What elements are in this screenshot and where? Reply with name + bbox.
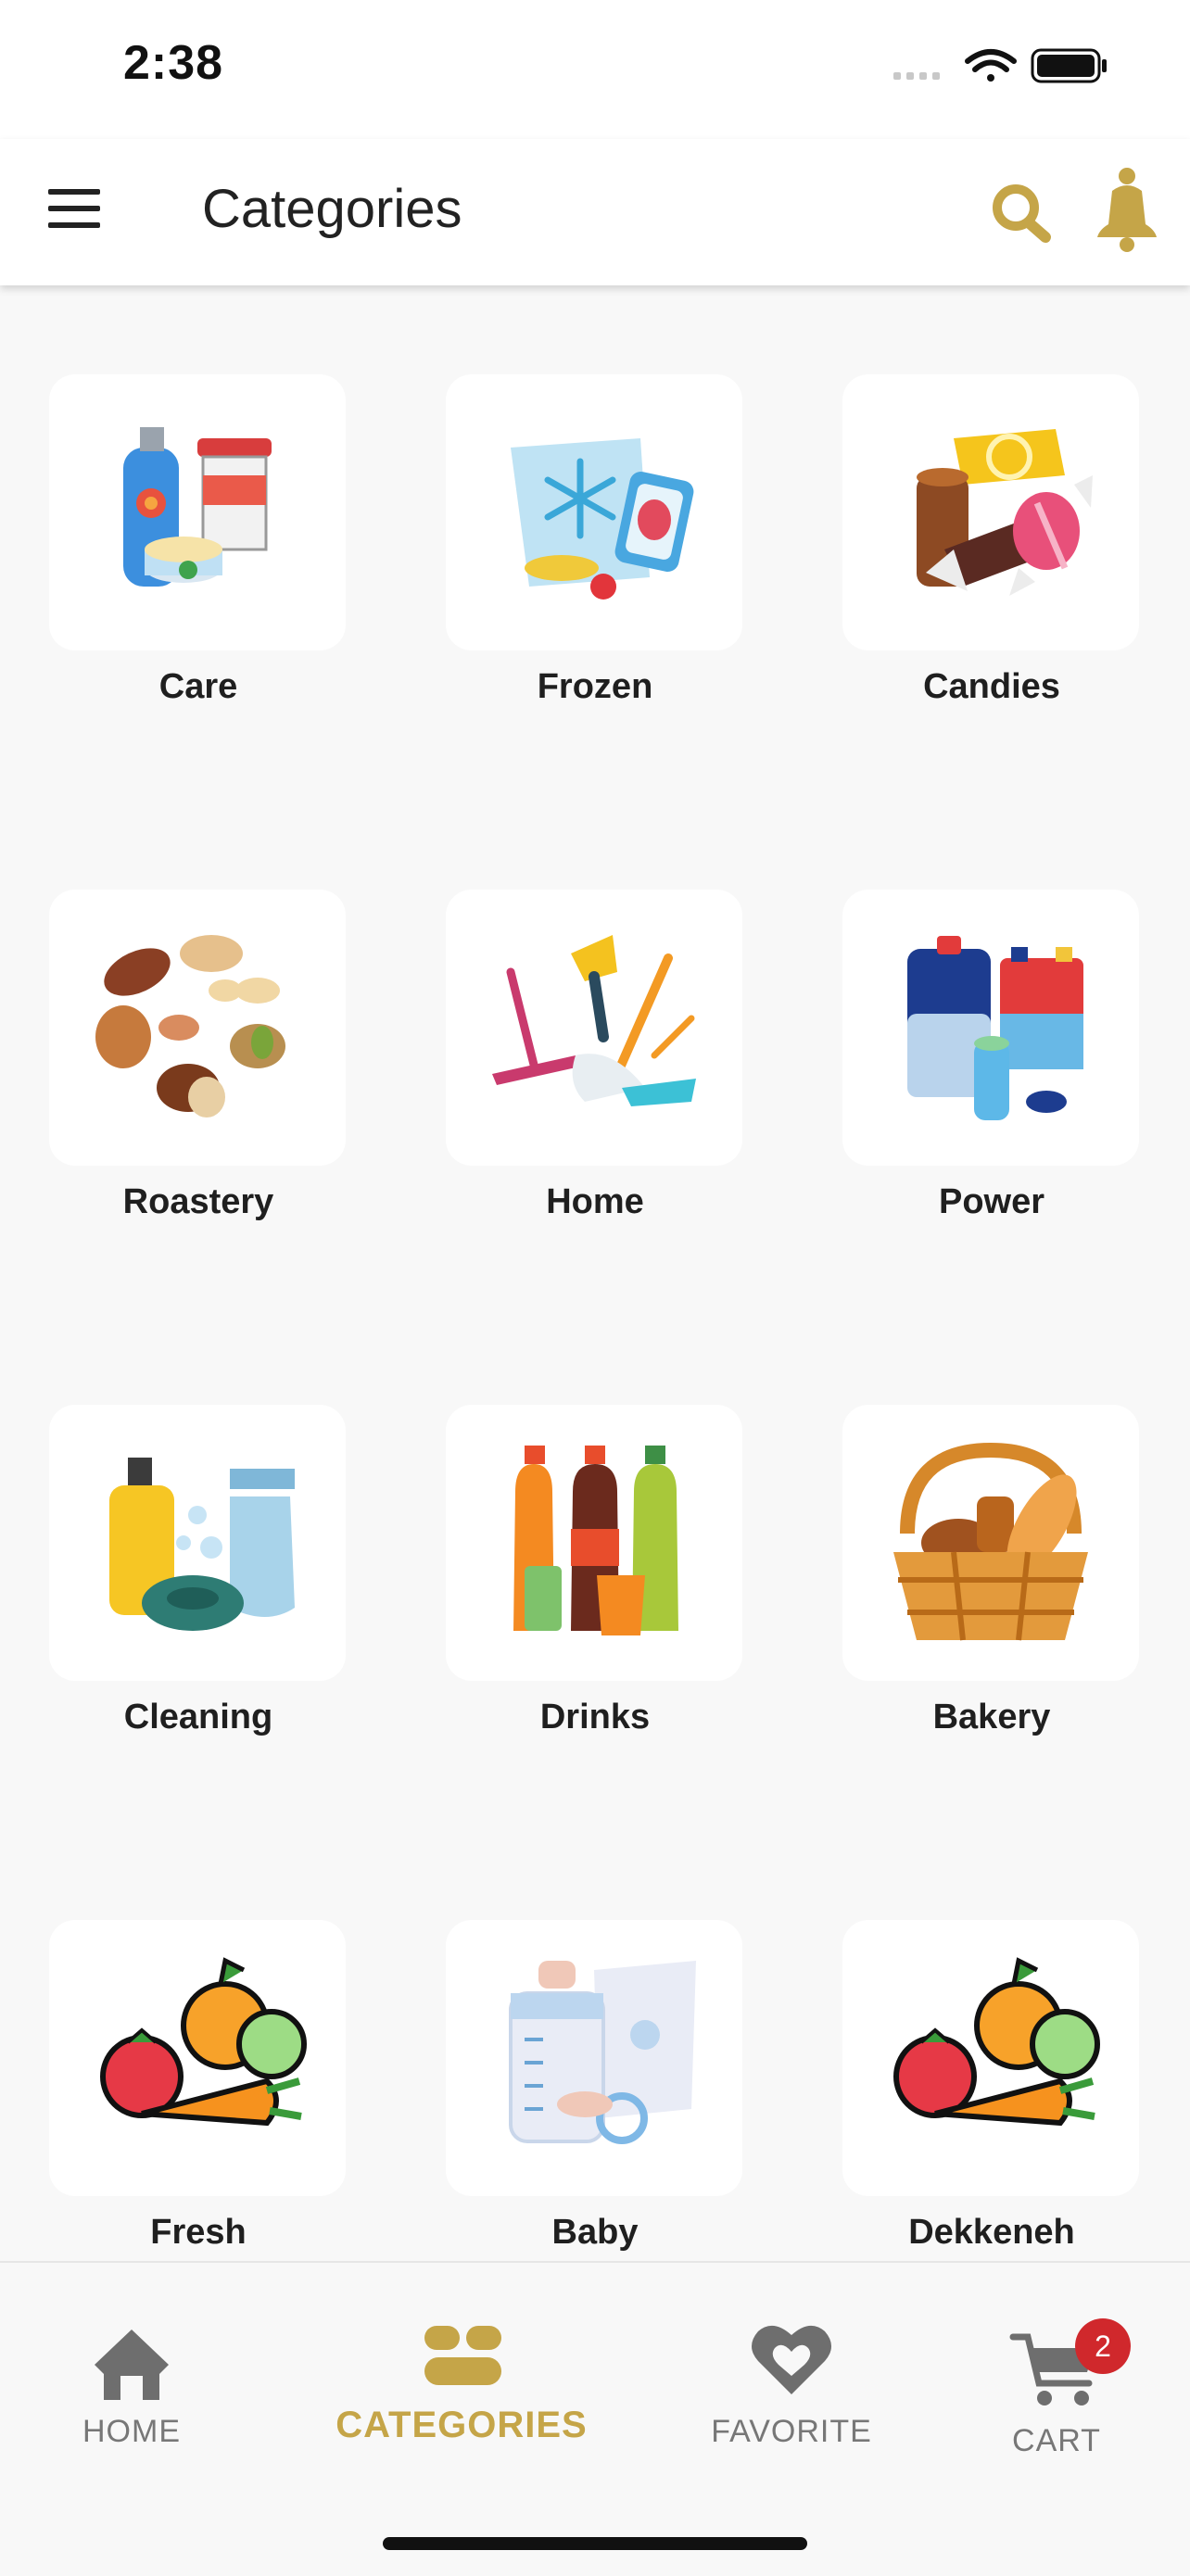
candies-icon: [917, 429, 1093, 596]
cart-badge: 2: [1075, 2318, 1131, 2374]
status-icons: [893, 48, 1107, 83]
page-title: Categories: [202, 179, 462, 239]
vegetables-icon: [893, 1957, 1100, 2127]
category-label: Fresh: [150, 2213, 247, 2252]
category-tile-dekkeneh[interactable]: Dekkeneh: [842, 1920, 1141, 2253]
category-card: [49, 890, 346, 1166]
bread-basket-icon: [893, 1442, 1088, 1641]
category-card: [446, 1405, 742, 1681]
category-label: Power: [938, 1182, 1045, 1221]
nav-label: CART: [1012, 2423, 1101, 2458]
category-card: [446, 890, 742, 1166]
bottles-icon: [513, 1446, 678, 1635]
category-tile-roastery[interactable]: Roastery: [49, 890, 348, 1222]
category-tile-drinks[interactable]: Drinks: [446, 1405, 744, 1737]
cleaning-supplies-icon: [109, 1458, 295, 1631]
category-card: [842, 1405, 1139, 1681]
heart-icon: [752, 2325, 831, 2394]
status-bar: 2:38: [0, 0, 1190, 139]
category-label: Cleaning: [123, 1698, 273, 1736]
nav-home[interactable]: HOME: [0, 2318, 271, 2450]
category-card: [842, 890, 1139, 1166]
nuts-icon: [95, 935, 285, 1118]
home-indicator: [383, 2537, 807, 2550]
batteries-icon: [907, 936, 1083, 1120]
category-label: Care: [158, 667, 238, 706]
nav-cart[interactable]: 2 CART: [918, 2318, 1190, 2459]
vegetables-icon: [100, 1957, 307, 2127]
category-label: Drinks: [539, 1698, 651, 1736]
search-icon[interactable]: [986, 176, 1060, 250]
category-card: [49, 1920, 346, 2196]
frozen-food-icon: [511, 438, 694, 600]
category-tile-candies[interactable]: Candies: [842, 374, 1141, 707]
category-tile-fresh[interactable]: Fresh: [49, 1920, 348, 2253]
cellular-signal-icon: [893, 72, 940, 80]
nav-label: HOME: [82, 2414, 181, 2449]
category-label: Bakery: [932, 1698, 1051, 1736]
nav-label: CATEGORIES: [335, 2405, 588, 2445]
battery-icon: [1031, 48, 1107, 83]
category-tile-frozen[interactable]: Frozen: [446, 374, 744, 707]
bottom-nav: HOME CATEGORIES FAVORITE 2 CART: [0, 2261, 1190, 2576]
nav-categories[interactable]: CATEGORIES: [323, 2318, 601, 2446]
category-card: [49, 1405, 346, 1681]
wifi-icon: [965, 49, 1017, 82]
category-label: Home: [546, 1182, 644, 1221]
status-time: 2:38: [123, 36, 224, 90]
category-tile-bakery[interactable]: Bakery: [842, 1405, 1141, 1737]
category-card: [446, 374, 742, 650]
category-label: Dekkeneh: [908, 2213, 1075, 2252]
baby-supplies-icon: [509, 1961, 696, 2144]
hamburger-menu-icon[interactable]: [48, 189, 106, 235]
category-label: Frozen: [537, 667, 653, 706]
category-label: Baby: [551, 2213, 639, 2252]
app-header: Categories: [0, 139, 1190, 285]
category-card: [446, 1920, 742, 2196]
category-tile-power[interactable]: Power: [842, 890, 1141, 1222]
home-icon: [95, 2330, 169, 2400]
category-tile-home[interactable]: Home: [446, 890, 744, 1222]
category-card: [842, 374, 1139, 650]
care-products-icon: [123, 427, 272, 587]
category-label: Candies: [923, 667, 1060, 706]
category-card: [49, 374, 346, 650]
bell-icon[interactable]: [1090, 163, 1164, 256]
category-card: [842, 1920, 1139, 2196]
category-label: Roastery: [122, 1182, 274, 1221]
home-tools-icon: [492, 935, 696, 1106]
nav-favorite[interactable]: FAVORITE: [652, 2318, 930, 2450]
category-tile-cleaning[interactable]: Cleaning: [49, 1405, 348, 1737]
nav-label: FAVORITE: [711, 2414, 872, 2449]
category-tile-care[interactable]: Care: [49, 374, 348, 707]
category-tile-baby[interactable]: Baby: [446, 1920, 744, 2253]
categories-icon: [424, 2326, 501, 2385]
